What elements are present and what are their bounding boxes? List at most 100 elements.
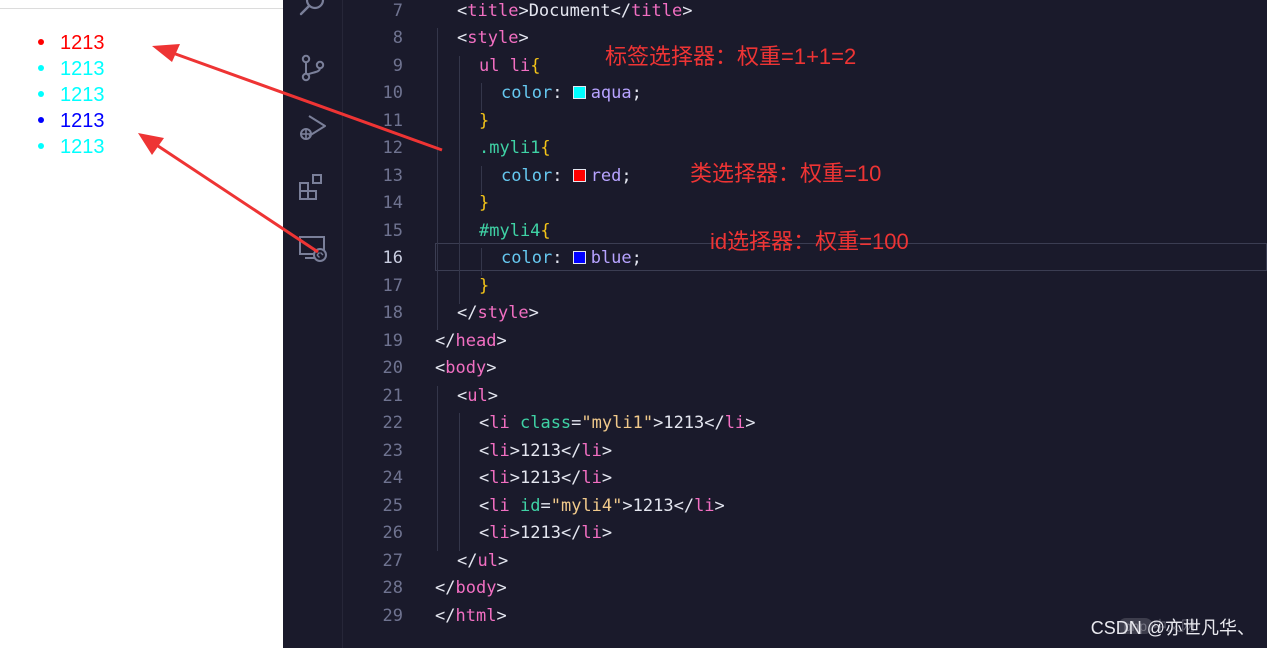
css-value: aqua	[590, 83, 632, 103]
punct: ;	[621, 166, 632, 186]
search-icon[interactable]	[297, 0, 329, 20]
punct: </	[457, 551, 478, 571]
indent-guide	[459, 413, 460, 551]
punct: >	[518, 28, 529, 48]
tag-name: li	[581, 468, 602, 488]
bullet	[38, 91, 44, 97]
source-control-icon[interactable]	[297, 52, 329, 84]
indent-guide	[481, 248, 482, 276]
tag-name: li	[694, 496, 715, 516]
brace: {	[540, 221, 551, 241]
line-number: 20	[382, 358, 403, 378]
bullet	[38, 143, 44, 149]
preview-item-text: 1213	[60, 32, 105, 54]
punct: >	[518, 1, 529, 21]
code-line-8: <style>	[457, 28, 529, 56]
color-swatch[interactable]	[572, 169, 586, 182]
code-line-17: }	[479, 276, 489, 304]
punct: >	[509, 441, 520, 461]
run-debug-icon[interactable]	[297, 112, 329, 144]
attr-value: "myli4"	[550, 496, 623, 516]
brace: }	[479, 276, 490, 296]
punct: :	[552, 248, 563, 268]
punct: </	[673, 496, 695, 516]
line-number: 15	[382, 221, 403, 241]
punct: =	[571, 413, 582, 433]
code-line-7: <title>Document</title>	[457, 1, 693, 29]
code-line-23: <li>1213</li>	[479, 441, 612, 469]
line-number: 23	[382, 441, 403, 461]
css-value: red	[590, 166, 622, 186]
punct: >	[486, 358, 497, 378]
code-line-9: ul li{	[479, 56, 540, 84]
color-swatch[interactable]	[572, 251, 586, 264]
line-number: 12	[382, 138, 403, 158]
punct: =	[540, 496, 551, 516]
text: 1213	[519, 523, 561, 543]
extensions-icon[interactable]	[297, 172, 329, 204]
punct: </	[457, 303, 478, 323]
code-line-25: <li id="myli4">1213</li>	[479, 496, 725, 524]
line-number: 9	[392, 56, 403, 76]
line-number: 26	[382, 523, 403, 543]
brace: }	[479, 111, 490, 131]
punct: >	[496, 578, 507, 598]
tag-name: body	[455, 578, 497, 598]
punct: <	[479, 496, 490, 516]
indent-guide	[481, 166, 482, 194]
punct: <	[457, 386, 468, 406]
code-area[interactable]: <title>Document</title> <style> ul li{ c…	[435, 0, 1267, 648]
punct: >	[509, 523, 520, 543]
bullet	[38, 65, 44, 71]
preview-list-item-1: 1213	[36, 30, 105, 56]
text: 1213	[663, 413, 705, 433]
tag-name: ul	[467, 386, 488, 406]
tag-name: head	[455, 331, 497, 351]
line-number: 21	[382, 386, 403, 406]
preview-item-text: 1213	[60, 84, 105, 106]
preview-list-item-5: 1213	[36, 134, 105, 160]
punct: >	[487, 386, 498, 406]
punct: >	[653, 413, 664, 433]
punct: >	[496, 331, 507, 351]
indent-guide	[459, 56, 460, 304]
tag-name: li	[581, 441, 602, 461]
brace: {	[540, 138, 551, 158]
line-number: 19	[382, 331, 403, 351]
preview-divider	[0, 8, 283, 9]
line-number: 18	[382, 303, 403, 323]
punct: <	[435, 358, 446, 378]
indent-guide	[437, 28, 438, 330]
punct: </	[435, 331, 456, 351]
text: 1213	[519, 468, 561, 488]
css-value: blue	[590, 248, 632, 268]
attr-name: id	[519, 496, 541, 516]
code-line-18: </style>	[457, 303, 539, 331]
punct: <	[457, 28, 468, 48]
punct: <	[479, 441, 490, 461]
code-line-28: </body>	[435, 578, 507, 606]
tag-name: style	[477, 303, 529, 323]
tag-name: style	[467, 28, 519, 48]
tag-name: li	[489, 441, 510, 461]
remote-explorer-icon[interactable]	[297, 232, 329, 264]
punct: :	[552, 166, 563, 186]
tag-name: body	[445, 358, 487, 378]
punct: >	[682, 1, 693, 21]
css-selector: .myli1	[479, 138, 541, 158]
punct: </	[435, 578, 456, 598]
punct: <	[479, 413, 490, 433]
preview-item-text: 1213	[60, 136, 105, 158]
punct: >	[745, 413, 756, 433]
text: 1213	[632, 496, 674, 516]
preview-list-item-2: 1213	[36, 56, 105, 82]
csdn-watermark: CSDN @亦世凡华、	[1090, 618, 1255, 638]
line-number: 24	[382, 468, 403, 488]
tag-name: li	[581, 523, 602, 543]
color-swatch[interactable]	[572, 86, 586, 99]
annotation-id-selector: id选择器：权重=100	[710, 229, 909, 254]
annotation-class-selector: 类选择器：权重=10	[690, 161, 882, 186]
tag-name: li	[489, 496, 510, 516]
line-number: 11	[382, 111, 403, 131]
preview-list-item-3: 1213	[36, 82, 105, 108]
